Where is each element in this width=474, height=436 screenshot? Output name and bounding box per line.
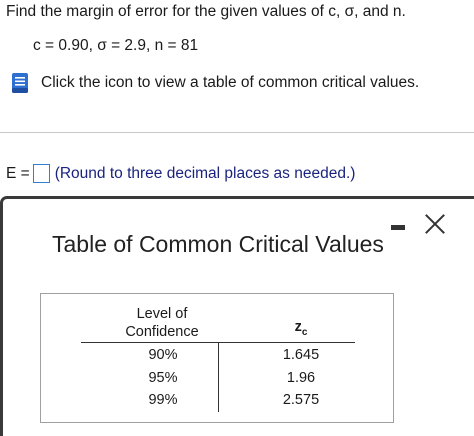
table-cell-confidence: 99% bbox=[148, 392, 178, 408]
table-cell-z: 2.575 bbox=[282, 392, 320, 408]
table-column-rule bbox=[218, 342, 219, 412]
minimize-icon[interactable] bbox=[391, 225, 405, 230]
info-row: Click the icon to view a table of common… bbox=[8, 71, 419, 95]
info-text: Click the icon to view a table of common… bbox=[41, 74, 420, 91]
question-prompt: Find the margin of error for the given v… bbox=[6, 3, 406, 20]
answer-row: E = (Round to three decimal places as ne… bbox=[6, 164, 355, 183]
book-icon[interactable] bbox=[8, 71, 32, 95]
close-icon[interactable] bbox=[424, 213, 446, 235]
answer-label: E = bbox=[6, 164, 30, 182]
divider bbox=[0, 132, 474, 133]
header-z: zc bbox=[256, 318, 346, 342]
given-values: c = 0.90, σ = 2.9, n = 81 bbox=[33, 37, 199, 54]
table-cell-confidence: 90% bbox=[148, 347, 178, 363]
rounding-hint: (Round to three decimal places as needed… bbox=[54, 164, 356, 182]
panel-title: Table of Common Critical Values bbox=[52, 231, 384, 257]
table-cell-z: 1.645 bbox=[282, 347, 320, 363]
header-confidence: Level of Confidence bbox=[103, 305, 221, 341]
table-cell-z: 1.96 bbox=[286, 370, 316, 386]
critical-values-table: Level of Confidence zc 90% 1.645 95% 1.9… bbox=[40, 293, 394, 423]
header-confidence-line1: Level of bbox=[136, 306, 188, 322]
answer-input[interactable] bbox=[32, 164, 50, 183]
table-cell-confidence: 95% bbox=[148, 370, 178, 386]
header-z-symbol: z bbox=[294, 319, 302, 335]
header-z-subscript: c bbox=[301, 326, 308, 338]
header-confidence-line2: Confidence bbox=[125, 324, 199, 340]
